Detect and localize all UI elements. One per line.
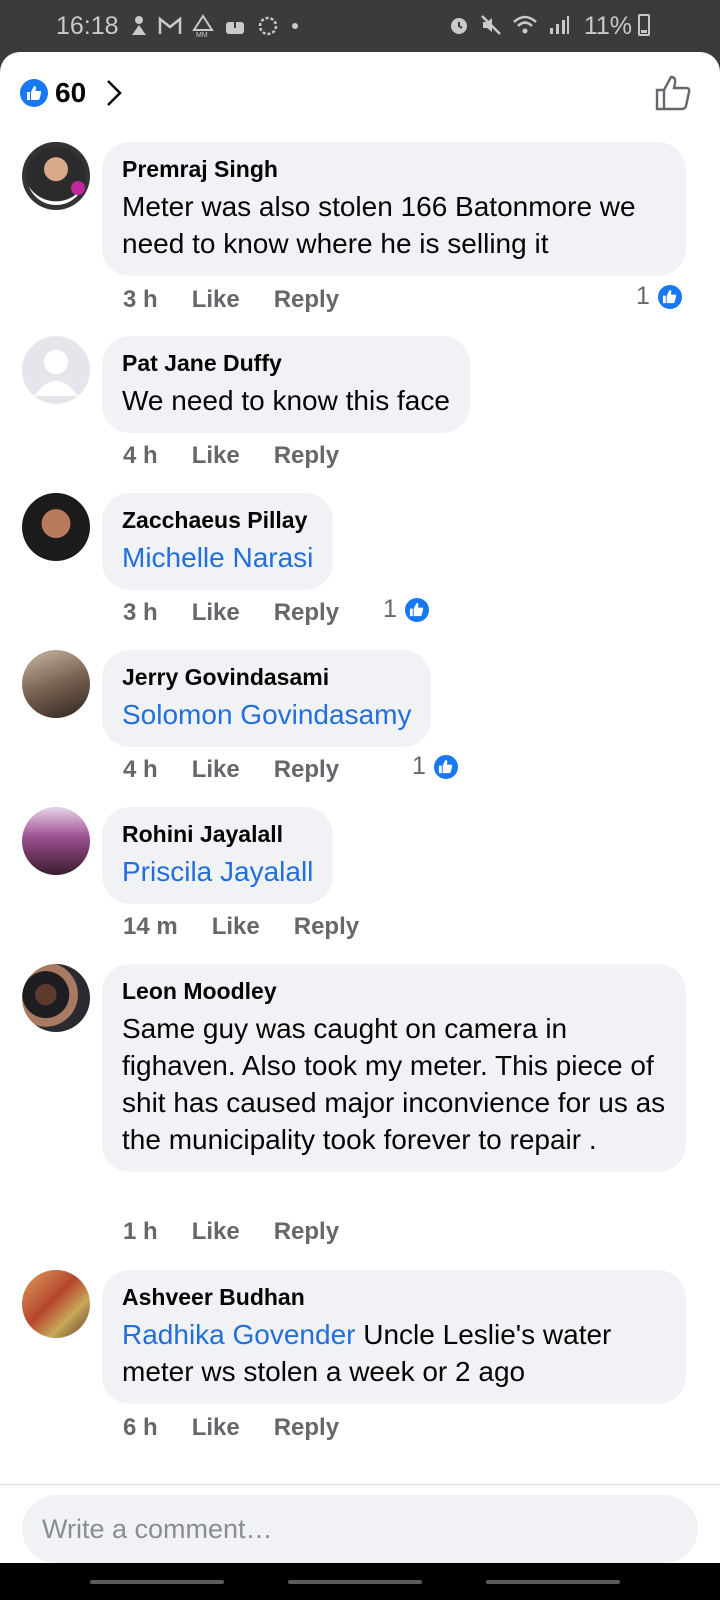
mention-link[interactable]: Solomon Govindasamy [122, 696, 411, 733]
notification-icons: MM [130, 14, 300, 38]
avatar[interactable] [22, 964, 90, 1032]
comment-time[interactable]: 4 h [123, 756, 158, 784]
comment-bubble: Pat Jane Duffy We need to know this face [102, 336, 470, 433]
like-button[interactable]: Like [192, 756, 240, 784]
comment-author[interactable]: Leon Moodley [122, 976, 666, 1006]
comment-input[interactable] [22, 1495, 698, 1563]
comment-composer[interactable] [22, 1495, 698, 1563]
battery-percent: 11% [583, 12, 632, 40]
system-icons [448, 14, 570, 36]
reply-button[interactable]: Reply [274, 599, 339, 627]
reaction-count: 1 [412, 752, 426, 780]
comment-text: We need to know this face [122, 385, 450, 416]
svg-text:MM: MM [196, 32, 208, 38]
reply-button[interactable]: Reply [274, 1218, 339, 1246]
like-badge-icon[interactable] [20, 79, 48, 107]
nav-recents-button[interactable] [90, 1580, 224, 1584]
chevron-right-icon[interactable] [104, 78, 124, 108]
mute-icon [481, 15, 501, 35]
comment-actions: 3 h Like Reply [123, 599, 373, 627]
comment-bubble: Ashveer Budhan Radhika Govender Uncle Le… [102, 1270, 686, 1404]
reaction-count: 1 [636, 282, 650, 310]
comment-author[interactable]: Pat Jane Duffy [122, 348, 450, 378]
avatar[interactable] [22, 142, 90, 210]
wifi-icon [513, 15, 537, 34]
comment-time[interactable]: 14 m [123, 913, 178, 941]
nav-back-button[interactable] [486, 1580, 620, 1584]
reply-button[interactable]: Reply [294, 913, 359, 941]
gmail-icon [158, 16, 182, 34]
reaction-count: 1 [383, 595, 397, 623]
avatar[interactable] [22, 807, 90, 875]
comment-bubble: Zacchaeus Pillay Michelle Narasi [102, 493, 334, 590]
reply-button[interactable]: Reply [274, 1414, 339, 1442]
avatar[interactable] [22, 336, 90, 404]
cloud-download-icon [226, 18, 244, 34]
comment-reactions[interactable]: 1 [636, 282, 684, 311]
comment-author[interactable]: Jerry Govindasami [122, 662, 411, 692]
comment-time[interactable]: 3 h [123, 286, 158, 314]
battery-icon [638, 14, 650, 36]
comment-author[interactable]: Premraj Singh [122, 154, 666, 184]
like-button[interactable]: Like [192, 1218, 240, 1246]
comment-bubble: Rohini Jayalall Priscila Jayalall [102, 807, 334, 904]
comment-bubble: Premraj Singh Meter was also stolen 166 … [102, 142, 686, 276]
mention-link[interactable]: Priscila Jayalall [122, 853, 313, 890]
mm-alert-icon: MM [192, 14, 214, 38]
like-button[interactable]: Like [212, 913, 260, 941]
comment-time[interactable]: 6 h [123, 1414, 158, 1442]
comment-actions: 4 h Like Reply [123, 756, 373, 784]
system-nav-bar [0, 1563, 720, 1600]
like-button[interactable]: Like [192, 442, 240, 470]
status-bar: 16:18 MM 11% [0, 0, 720, 52]
comment-reactions[interactable]: 1 [383, 595, 431, 624]
comment-author[interactable]: Zacchaeus Pillay [122, 505, 313, 535]
comment-text: Meter was also stolen 166 Batonmore we n… [122, 191, 636, 259]
avatar[interactable] [22, 493, 90, 561]
composer-divider [0, 1484, 720, 1485]
like-button[interactable]: Like [192, 599, 240, 627]
comment-actions: 1 h Like Reply [123, 1218, 373, 1246]
signal-icon [550, 16, 569, 34]
comment-actions: 3 h Like Reply [123, 286, 373, 314]
reply-button[interactable]: Reply [274, 756, 339, 784]
avatar[interactable] [22, 1270, 90, 1338]
like-badge-icon [402, 595, 431, 624]
upload-icon [132, 16, 146, 35]
reactions-header: 60 [0, 52, 720, 136]
comment-time[interactable]: 3 h [123, 599, 158, 627]
alarm-icon [451, 18, 467, 34]
mention-link[interactable]: Radhika Govender [122, 1319, 355, 1350]
dot-icon [292, 23, 298, 29]
comments-sheet: 60 Premraj Singh Meter was also stolen 1… [0, 52, 720, 1563]
status-time: 16:18 [56, 12, 119, 40]
reaction-count[interactable]: 60 [55, 77, 86, 109]
comment-actions: 6 h Like Reply [123, 1414, 373, 1442]
like-badge-icon [431, 752, 460, 781]
comment-time[interactable]: 4 h [123, 442, 158, 470]
comment-time[interactable]: 1 h [123, 1218, 158, 1246]
like-button[interactable]: Like [192, 1414, 240, 1442]
comment-author[interactable]: Ashveer Budhan [122, 1282, 666, 1312]
reply-button[interactable]: Reply [274, 286, 339, 314]
nav-home-button[interactable] [288, 1580, 422, 1584]
comment-actions: 4 h Like Reply [123, 442, 373, 470]
comment-reactions[interactable]: 1 [412, 752, 460, 781]
reply-button[interactable]: Reply [274, 442, 339, 470]
comment-author[interactable]: Rohini Jayalall [122, 819, 313, 849]
mention-link[interactable]: Michelle Narasi [122, 539, 313, 576]
avatar[interactable] [22, 650, 90, 718]
like-button[interactable]: Like [192, 286, 240, 314]
comment-actions: 14 m Like Reply [123, 913, 393, 941]
comment-text: Radhika Govender Uncle Leslie's water me… [122, 1316, 666, 1390]
comment-bubble: Jerry Govindasami Solomon Govindasamy [102, 650, 432, 747]
like-badge-icon [655, 282, 684, 311]
comment-text: Same guy was caught on camera in fighave… [122, 1013, 666, 1155]
settings-dotted-icon [258, 16, 278, 36]
like-outline-icon[interactable] [654, 74, 692, 112]
comment-bubble: Leon Moodley Same guy was caught on came… [102, 964, 686, 1172]
